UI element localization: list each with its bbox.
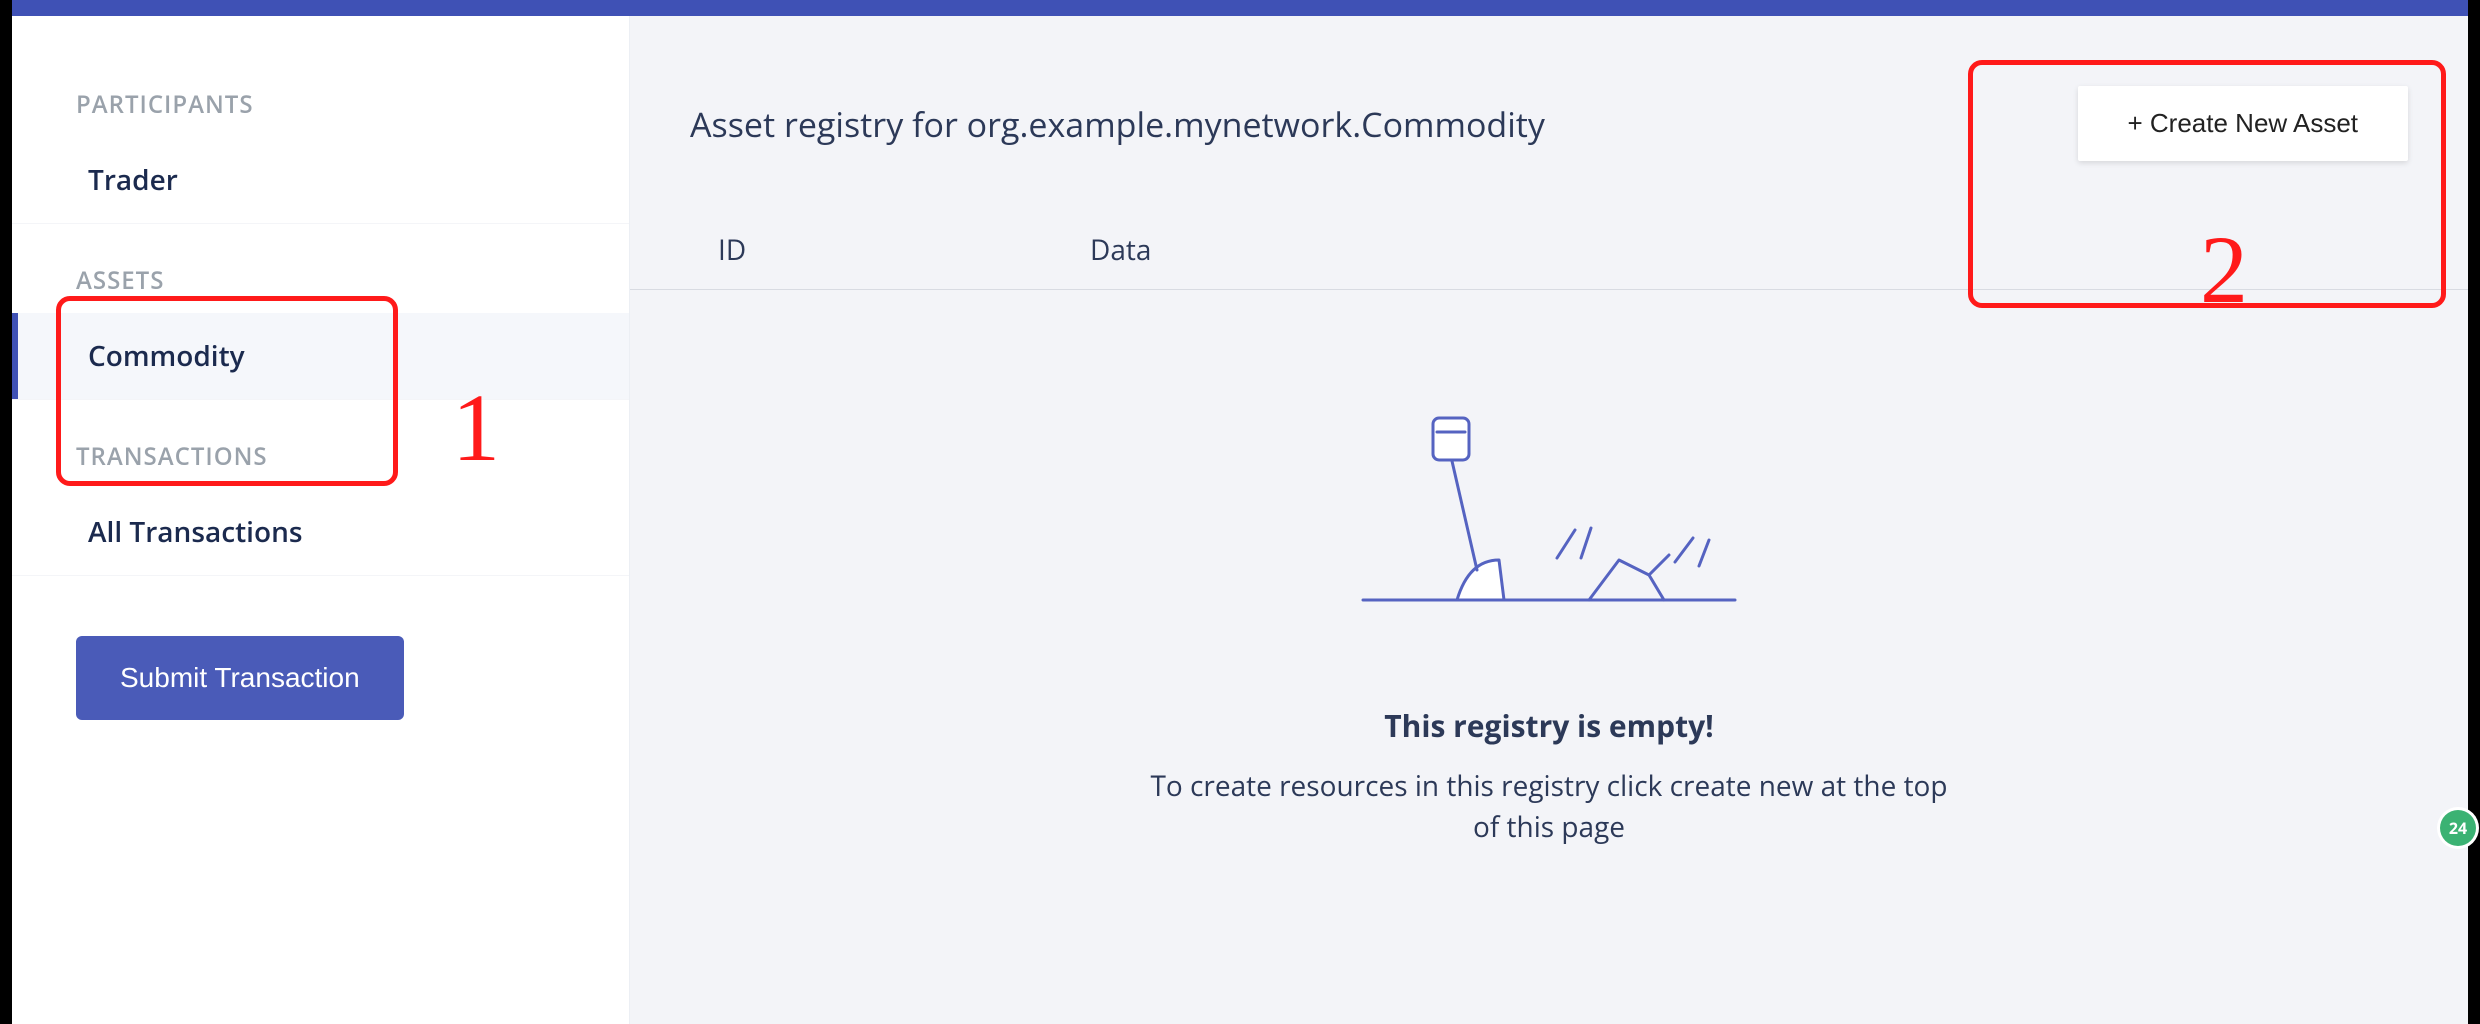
column-id: ID [690,231,1090,269]
sidebar-item-trader[interactable]: Trader [12,137,629,224]
main-content: Asset registry for org.example.mynetwork… [630,16,2468,1024]
section-transactions-label: TRANSACTIONS [12,400,629,489]
empty-title: This registry is empty! [630,705,2468,746]
sidebar: PARTICIPANTS Trader ASSETS Commodity TRA… [12,16,630,1024]
section-assets-label: ASSETS [12,224,629,313]
empty-subtitle: To create resources in this registry cli… [1139,766,1959,847]
create-new-asset-button[interactable]: + Create New Asset [2078,86,2409,161]
section-participants-label: PARTICIPANTS [12,16,629,137]
shovel-icon [1359,410,1739,615]
page-title: Asset registry for org.example.mynetwork… [690,101,1545,147]
header-row: Asset registry for org.example.mynetwork… [630,16,2468,201]
notification-badge[interactable]: 24 [2440,810,2476,846]
top-bar [12,0,2468,16]
table-header: ID Data [630,231,2468,290]
app-viewport: PARTICIPANTS Trader ASSETS Commodity TRA… [12,0,2468,1024]
body-row: PARTICIPANTS Trader ASSETS Commodity TRA… [12,16,2468,1024]
sidebar-item-commodity[interactable]: Commodity [12,313,629,400]
empty-state: This registry is empty! To create resour… [630,410,2468,847]
sidebar-item-all-transactions[interactable]: All Transactions [12,489,629,576]
submit-wrap: Submit Transaction [12,576,629,780]
submit-transaction-button[interactable]: Submit Transaction [76,636,404,720]
column-data: Data [1090,231,2408,269]
